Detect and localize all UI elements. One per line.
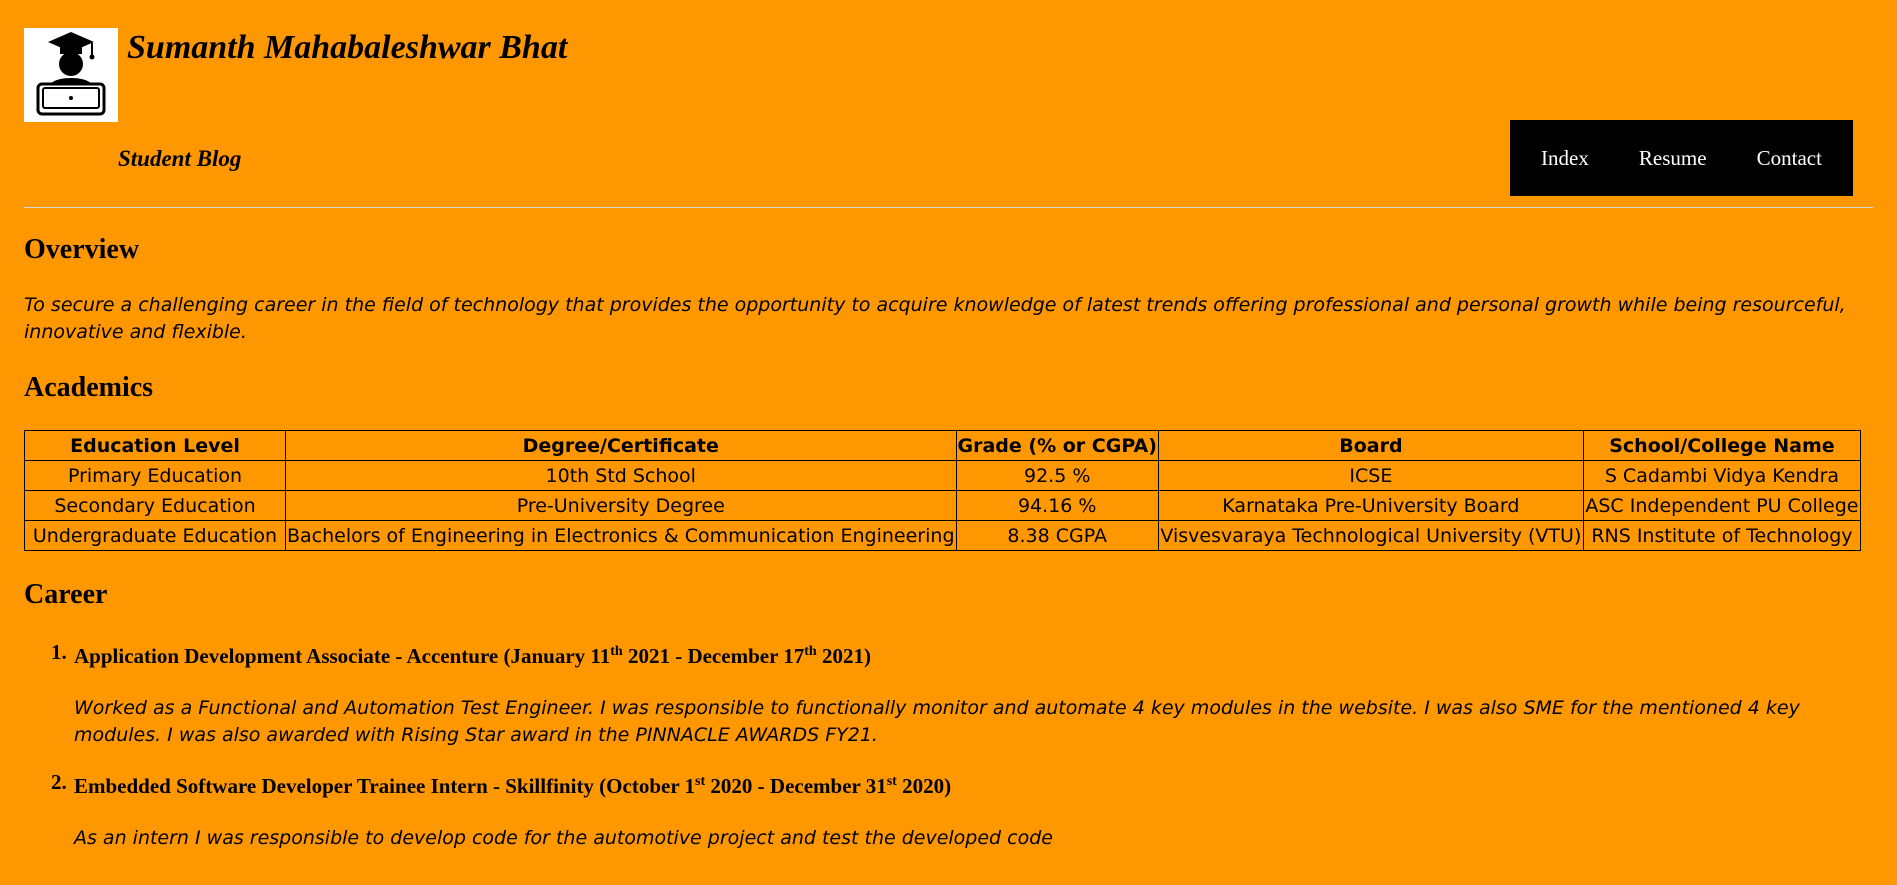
table-cell: 94.16 % [955,490,1159,521]
career-item: 1. Application Development Associate - A… [0,637,1897,749]
date-suffix: st [886,774,897,789]
column-header: Degree/Certificate [285,430,957,461]
career-date-end: 2020) [896,774,952,798]
table-cell: 10th Std School [285,460,957,491]
column-header: School/College Name [1582,430,1862,461]
graduate-laptop-icon [36,32,106,116]
table-cell: S Cadambi Vidya Kendra [1582,460,1862,491]
header-divider [24,207,1873,208]
table-row: Undergraduate Education Bachelors of Eng… [24,520,1862,551]
career-item-title: Application Development Associate - Acce… [74,637,1897,671]
date-suffix: st [695,774,706,789]
career-list: 1. Application Development Associate - A… [0,637,1897,870]
overview-text: To secure a challenging career in the fi… [24,294,1846,343]
site-tagline: Student Blog [118,146,242,171]
table-cell: 92.5 % [955,460,1159,491]
date-suffix: th [610,644,623,659]
table-cell: RNS Institute of Technology [1582,520,1862,551]
career-role-text: Embedded Software Developer Trainee Inte… [74,774,696,798]
nav-link-index[interactable]: Index [1541,146,1589,171]
table-cell: Karnataka Pre-University Board [1157,490,1584,521]
table-row: Secondary Education Pre-University Degre… [24,490,1862,521]
nav-link-contact[interactable]: Contact [1757,146,1822,171]
table-cell: Secondary Education [24,490,286,521]
table-cell: Pre-University Degree [285,490,957,521]
logo [24,28,118,122]
table-cell: Bachelors of Engineering in Electronics … [285,520,957,551]
career-item-number: 1. [51,640,67,664]
academics-table: Education Level Degree/Certificate Grade… [24,430,1862,551]
nav-link-resume[interactable]: Resume [1639,146,1707,171]
table-cell: Undergraduate Education [24,520,286,551]
site-title: Sumanth Mahabaleshwar Bhat [127,29,568,66]
career-item-number: 2. [51,770,67,794]
academics-heading: Academics [24,372,154,403]
table-cell: 8.38 CGPA [955,520,1159,551]
career-date-end: 2021) [816,644,871,668]
column-header: Education Level [24,430,286,461]
table-cell: ASC Independent PU College [1582,490,1862,521]
table-cell: Visvesvaraya Technological University (V… [1157,520,1584,551]
date-suffix: th [804,644,817,659]
table-cell: Primary Education [24,460,286,491]
career-date-text: 2021 - December 17 [622,644,805,668]
column-header: Grade (% or CGPA) [955,430,1159,461]
career-item-description: Worked as a Functional and Automation Te… [74,697,1800,746]
career-heading: Career [24,579,108,610]
table-cell: ICSE [1157,460,1584,491]
table-header-row: Education Level Degree/Certificate Grade… [24,430,1862,461]
overview-heading: Overview [24,234,140,265]
main-nav: Index Resume Contact [1510,120,1853,196]
table-row: Primary Education 10th Std School 92.5 %… [24,460,1862,491]
column-header: Board [1157,430,1584,461]
career-role-text: Application Development Associate - Acce… [74,644,611,668]
career-item-description: As an intern I was responsible to develo… [74,827,1053,849]
career-date-text: 2020 - December 31 [705,774,887,798]
career-item: 2. Embedded Software Developer Trainee I… [0,767,1897,852]
career-item-title: Embedded Software Developer Trainee Inte… [74,767,1897,801]
